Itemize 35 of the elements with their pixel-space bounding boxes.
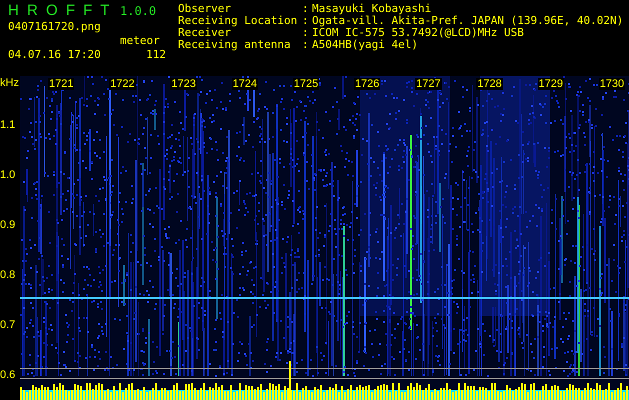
time-label: 1723 [170,78,197,90]
meteor-label: meteor [120,34,161,48]
file-name: 0407161720.png [8,20,102,34]
time-label: 1728 [476,78,503,90]
axis-tick-label: 1.1 [0,119,16,131]
colon-separator: : [302,2,310,14]
time-label: 1726 [354,78,380,90]
info-value: Ogata-vill. Akita-Pref. JAPAN (139.96E, 40.02N) [312,14,624,26]
time-label: 1725 [292,78,320,90]
time-label: 1729 [538,78,564,90]
axis-tick-label: 0.6 [0,369,16,381]
axis-tick-label: 0.8 [0,269,16,281]
colon-separator: : [302,14,310,26]
axis-tick-label: 0.9 [0,219,16,231]
colon-separator: : [302,38,310,50]
time-label: 1730 [598,78,626,90]
axis-tick-label: 0.7 [0,319,16,331]
info-value: ICOM IC-575 53.7492(@LCD)MHz USB [312,26,525,38]
meteor-count: 112 [145,48,166,62]
info-label: Receiving antenna [178,38,292,50]
time-label: 1721 [48,78,74,90]
info-label: Receiving Location [178,14,298,26]
app-title: H R O F F T [8,2,110,20]
info-label: Observer [178,2,232,14]
info-label: Receiver [178,26,231,38]
date-time: 04.07.16 17:20 [8,48,102,62]
time-label: 1722 [109,78,136,90]
axis-unit: kHz [0,76,20,91]
info-value: Masayuki Kobayashi [312,2,432,14]
version-label: 1.0.0 [120,4,158,18]
time-label: 1724 [232,78,258,90]
info-value: A504HB(yagi 4el) [312,38,419,50]
axis-tick-label: 1.0 [0,169,16,181]
colon-separator: : [302,26,310,38]
time-label: 1727 [415,78,442,90]
